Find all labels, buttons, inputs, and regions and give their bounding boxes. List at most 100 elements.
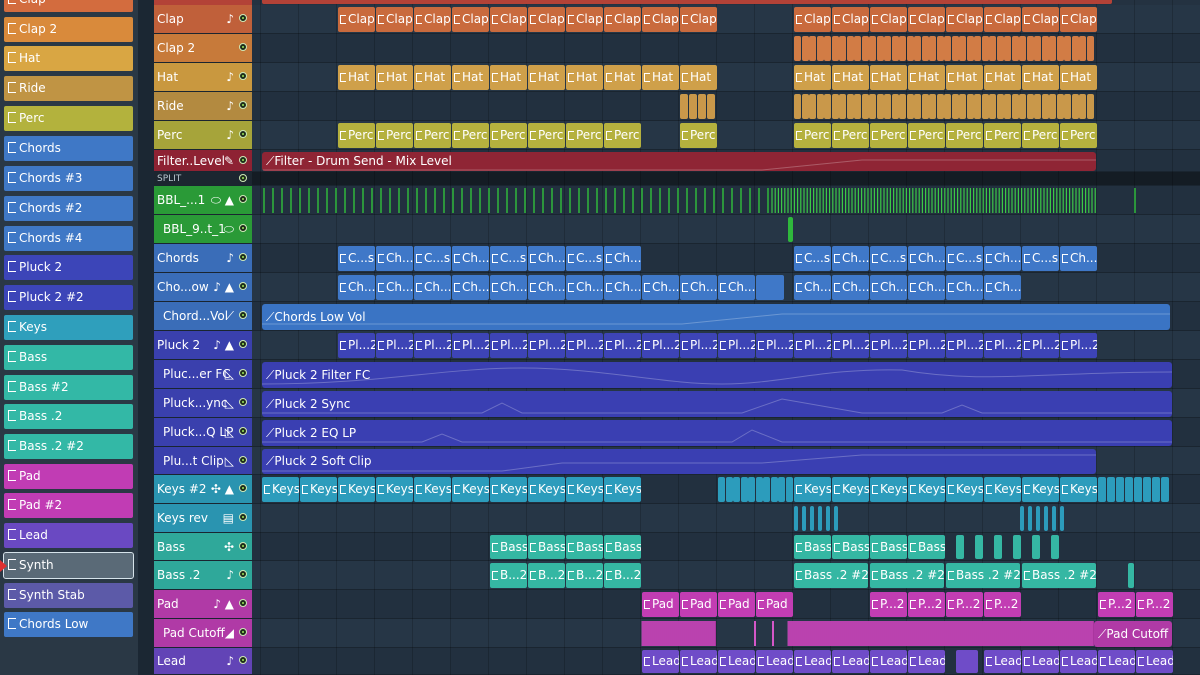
browser-item-hat[interactable]: Hat	[4, 46, 133, 71]
pattern-clip[interactable]	[770, 477, 778, 502]
pattern-clip[interactable]: Bass	[908, 535, 945, 559]
pattern-clip[interactable]: Bass	[870, 535, 907, 559]
pattern-clip[interactable]: Perc	[908, 123, 945, 148]
pattern-clip[interactable]: Keys	[946, 477, 983, 502]
pattern-clip[interactable]: Bass	[604, 535, 641, 559]
pattern-clip[interactable]	[891, 94, 899, 119]
pattern-clip[interactable]: Hat	[604, 65, 641, 90]
pattern-clip[interactable]	[1086, 36, 1094, 61]
browser-item-bass-2[interactable]: Bass .2	[4, 404, 133, 429]
pattern-clip[interactable]: P...2	[946, 592, 983, 617]
pattern-clip[interactable]: Hat	[1060, 65, 1097, 90]
pattern-clip[interactable]: Pad	[642, 592, 679, 617]
pattern-clip[interactable]: Pad	[756, 592, 793, 617]
pattern-clip[interactable]	[959, 94, 966, 119]
pattern-clip[interactable]	[1011, 94, 1019, 119]
pattern-clip[interactable]: Keys	[908, 477, 945, 502]
pattern-clip[interactable]: Perc	[946, 123, 983, 148]
pattern-clip[interactable]	[778, 477, 785, 502]
pattern-clip[interactable]	[1098, 477, 1106, 502]
pattern-clip[interactable]: Clap	[604, 7, 641, 32]
pattern-clip[interactable]	[921, 94, 929, 119]
pattern-clip[interactable]	[707, 94, 715, 119]
pattern-clip[interactable]	[1041, 36, 1049, 61]
track-header[interactable]: Keys rev ▤	[154, 504, 252, 533]
pattern-clip[interactable]: Keys	[300, 477, 337, 502]
pattern-clip[interactable]	[1034, 36, 1041, 61]
pattern-clip[interactable]: Clap	[1060, 7, 1097, 32]
pattern-clip[interactable]: Pl...2	[680, 333, 717, 358]
track-mute-led-icon[interactable]	[239, 455, 247, 464]
pattern-clip[interactable]	[876, 94, 884, 119]
pattern-clip[interactable]: Ch...	[452, 275, 489, 300]
pattern-clip[interactable]	[1013, 535, 1021, 559]
pattern-clip[interactable]: Pl...2	[338, 333, 375, 358]
pattern-clip[interactable]	[1152, 477, 1160, 502]
track-header[interactable]: Plu...t Clip ◺	[154, 447, 252, 475]
pattern-clip[interactable]: Ch...s	[832, 246, 869, 271]
pattern-clip[interactable]: Lead	[642, 650, 679, 673]
pattern-clip[interactable]: Pl...2	[1022, 333, 1059, 358]
pattern-clip[interactable]: Bass .2 #2	[794, 563, 868, 588]
browser-item-chords[interactable]: Chords	[4, 136, 133, 161]
pattern-clip[interactable]: Bass	[490, 535, 527, 559]
track-header[interactable]: Hat ♪	[154, 63, 252, 92]
pattern-clip[interactable]: Pl...2	[642, 333, 679, 358]
track-mute-led-icon[interactable]	[239, 484, 247, 492]
pattern-clip[interactable]: Ch...s	[452, 246, 489, 271]
pattern-clip[interactable]	[1125, 477, 1133, 502]
pattern-clip[interactable]	[740, 477, 748, 502]
pattern-clip[interactable]: Ch...	[566, 275, 603, 300]
pattern-clip[interactable]	[846, 36, 854, 61]
pattern-clip[interactable]	[906, 94, 914, 119]
pattern-clip[interactable]: Pl...2	[908, 333, 945, 358]
track-mute-led-icon[interactable]	[239, 311, 247, 319]
pattern-clip[interactable]: Hat	[642, 65, 679, 90]
pattern-clip[interactable]: Ch...	[376, 275, 413, 300]
track-mute-led-icon[interactable]	[239, 513, 247, 521]
pattern-clip[interactable]: Lead	[1022, 650, 1059, 673]
pattern-clip[interactable]: Hat	[832, 65, 869, 90]
pattern-clip[interactable]: Clap	[338, 7, 375, 32]
pattern-clip[interactable]: Perc	[376, 123, 413, 148]
pattern-clip[interactable]: Ch...s	[908, 246, 945, 271]
browser-item-pluck-2-2[interactable]: Pluck 2 #2	[4, 285, 133, 310]
pattern-clip[interactable]	[1056, 94, 1064, 119]
browser-item-clap-2[interactable]: Clap 2	[4, 17, 133, 42]
pattern-clip[interactable]	[831, 36, 839, 61]
pattern-clip[interactable]	[989, 94, 996, 119]
track-mute-led-icon[interactable]	[239, 130, 247, 138]
pattern-clip[interactable]: Ch...s	[528, 246, 565, 271]
pattern-clip[interactable]	[929, 36, 936, 61]
pattern-clip[interactable]	[794, 506, 798, 531]
pattern-clip[interactable]	[861, 36, 869, 61]
browser-item-chords-low[interactable]: Chords Low	[4, 612, 133, 637]
pattern-clip[interactable]	[1051, 535, 1059, 559]
pattern-clip[interactable]: Lead	[794, 650, 831, 673]
track-header[interactable]: Filter..Level ✎	[154, 150, 252, 172]
pattern-clip[interactable]	[936, 94, 944, 119]
automation-clip[interactable]: ⟋Filter - Drum Send - Mix Level	[262, 152, 1096, 171]
pattern-clip[interactable]: P...2	[1098, 592, 1135, 617]
pattern-clip[interactable]: Clap	[452, 7, 489, 32]
pattern-clip[interactable]	[951, 94, 959, 119]
pattern-clip[interactable]	[996, 36, 1004, 61]
pattern-clip[interactable]: Hat	[1022, 65, 1059, 90]
track-mute-led-icon[interactable]	[239, 173, 247, 182]
browser-item-clap[interactable]: Clap	[4, 0, 133, 12]
pattern-clip[interactable]: Bass .2 #2	[946, 563, 1020, 588]
track-header[interactable]: BBL_9..t_1 ⬭	[154, 215, 252, 244]
track-mute-led-icon[interactable]	[239, 72, 247, 80]
browser-item-keys[interactable]: Keys	[4, 315, 133, 340]
automation-clip[interactable]: ⟋Chords Low Vol	[262, 304, 1170, 330]
pattern-clip[interactable]: Pl...2	[452, 333, 489, 358]
pattern-clip[interactable]	[718, 477, 725, 502]
pattern-clip[interactable]: Pl...2	[414, 333, 451, 358]
pattern-clip[interactable]: C...s	[566, 246, 603, 271]
pattern-clip[interactable]	[956, 535, 964, 559]
pattern-clip[interactable]: Bass	[566, 535, 603, 559]
browser-item-synth-stab[interactable]: Synth Stab	[4, 583, 133, 608]
pattern-clip[interactable]	[831, 94, 839, 119]
pattern-clip[interactable]	[1116, 477, 1124, 502]
pattern-clip[interactable]	[1161, 477, 1169, 502]
